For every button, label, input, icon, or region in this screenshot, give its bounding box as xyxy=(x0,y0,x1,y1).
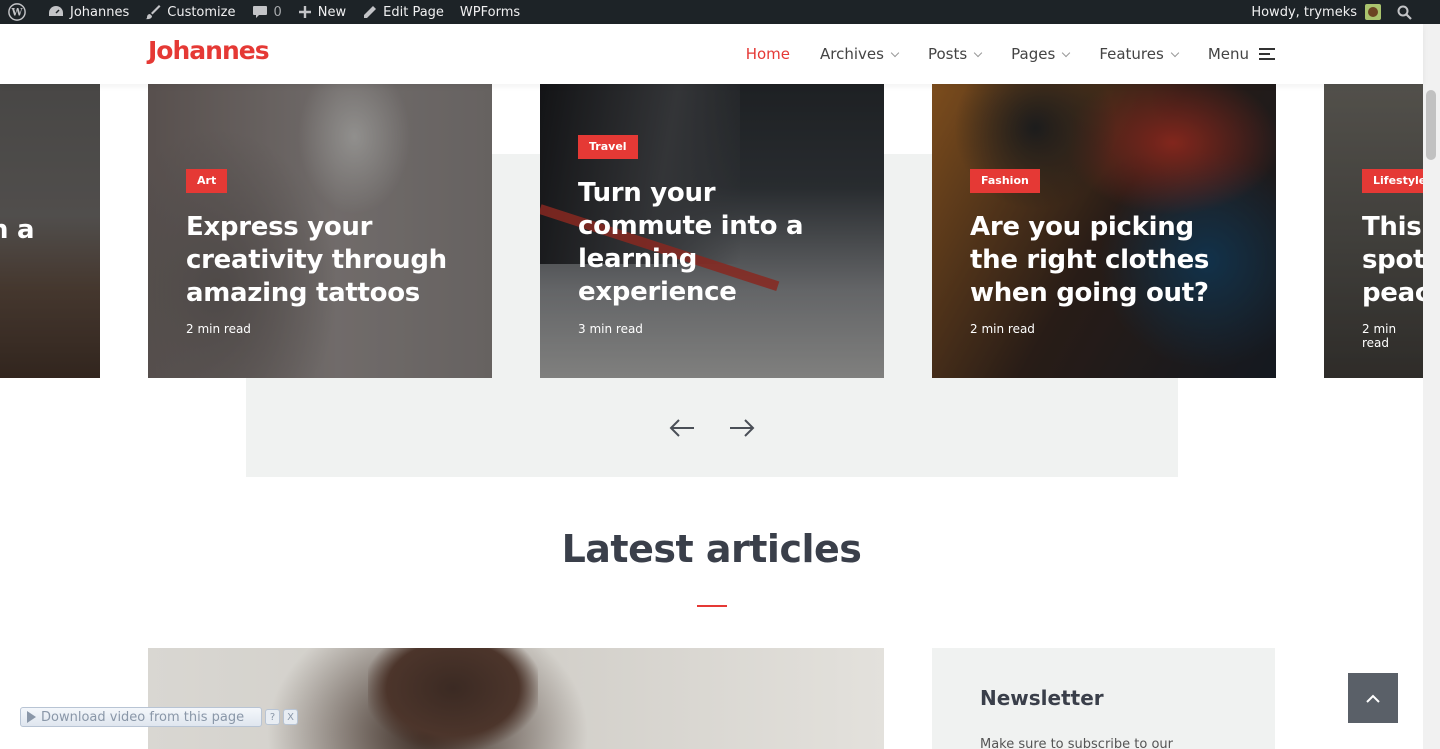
plus-icon xyxy=(298,6,311,18)
slide-title[interactable]: Express your creativity through amazing … xyxy=(186,211,486,310)
play-icon xyxy=(27,711,36,723)
scrollbar-thumb[interactable] xyxy=(1426,90,1436,160)
hamburger-icon xyxy=(1259,48,1275,60)
site-name-label: Johannes xyxy=(70,4,130,20)
chevron-down-icon xyxy=(973,48,983,57)
section-title: Latest articles xyxy=(561,527,862,571)
edit-page-label: Edit Page xyxy=(383,4,444,20)
slide-card-lifestyle[interactable]: Lifestyle This spot peac 2 min read xyxy=(1324,84,1423,378)
download-video-bar: Download video from this page ? X xyxy=(20,706,298,728)
close-button[interactable]: X xyxy=(283,709,298,725)
nav-label: Archives xyxy=(820,45,884,63)
slide-title[interactable]: Are you picking the right clothes when g… xyxy=(970,211,1240,310)
chevron-down-icon xyxy=(890,48,900,57)
help-button[interactable]: ? xyxy=(265,709,281,725)
customize-label: Customize xyxy=(167,4,236,20)
customize-link[interactable]: Customize xyxy=(137,0,243,24)
read-time: 2 min read xyxy=(186,322,251,336)
svg-text:W: W xyxy=(10,8,23,19)
newsletter-title: Newsletter xyxy=(980,686,1104,710)
arrow-left-icon[interactable] xyxy=(669,418,695,438)
read-time: 2 min read xyxy=(1362,322,1397,350)
new-content-link[interactable]: New xyxy=(290,0,354,24)
admin-search-button[interactable] xyxy=(1389,0,1440,24)
category-badge[interactable]: Lifestyle xyxy=(1362,169,1423,193)
nav-item-home[interactable]: Home xyxy=(746,45,790,63)
slide-card-travel[interactable]: Travel Turn your commute into a learning… xyxy=(540,84,884,378)
site-header: Johannes Home Archives Posts Pages Featu… xyxy=(0,24,1423,84)
slide-title-line: peac xyxy=(1362,278,1423,308)
wordpress-logo-button[interactable]: W xyxy=(0,0,40,24)
howdy-label: Howdy, trymeks xyxy=(1251,4,1357,20)
site-name-link[interactable]: Johannes xyxy=(40,0,137,24)
pencil-icon xyxy=(364,5,377,18)
back-to-top-button[interactable] xyxy=(1348,673,1398,723)
edit-page-link[interactable]: Edit Page xyxy=(354,0,452,24)
download-video-label: Download video from this page xyxy=(41,709,245,725)
main-nav: Home Archives Posts Pages Features Menu xyxy=(716,24,1275,84)
nav-label: Pages xyxy=(1011,45,1056,63)
slide-title: n a xyxy=(0,215,35,245)
new-label: New xyxy=(317,4,347,20)
nav-label: Features xyxy=(1099,45,1164,63)
account-menu[interactable]: Howdy, trymeks xyxy=(1243,0,1389,24)
chevron-down-icon xyxy=(1062,48,1071,57)
nav-item-archives[interactable]: Archives xyxy=(820,45,900,63)
category-badge[interactable]: Art xyxy=(186,169,228,193)
site-logo[interactable]: Johannes xyxy=(148,36,270,65)
comments-count: 0 xyxy=(273,4,282,20)
slide-title[interactable]: Turn your commute into a learning experi… xyxy=(578,177,818,309)
category-badge[interactable]: Travel xyxy=(578,135,638,159)
search-icon xyxy=(1397,5,1412,20)
comment-icon xyxy=(252,5,267,18)
nav-label: Menu xyxy=(1207,45,1249,63)
comments-link[interactable]: 0 xyxy=(244,0,290,24)
slide-title-line: spot xyxy=(1362,245,1423,275)
section-divider xyxy=(697,605,727,607)
nav-item-features[interactable]: Features xyxy=(1099,45,1180,63)
slide-card-art[interactable]: Art Express your creativity through amaz… xyxy=(148,84,492,378)
read-time: 2 min read xyxy=(970,322,1035,336)
slide-title[interactable]: This spot peac xyxy=(1362,211,1423,310)
wpforms-link[interactable]: WPForms xyxy=(452,0,528,24)
nav-item-pages[interactable]: Pages xyxy=(1011,45,1071,63)
newsletter-text: Make sure to subscribe to our xyxy=(980,737,1174,749)
admin-bar: W Johannes Customize 0 New Edit Page WPF… xyxy=(0,0,1440,24)
chevron-down-icon xyxy=(1170,48,1180,57)
read-time: 3 min read xyxy=(578,322,643,336)
slide-card-partial-left[interactable]: n a xyxy=(0,84,100,378)
download-video-button[interactable]: Download video from this page xyxy=(20,707,263,727)
arrow-right-icon[interactable] xyxy=(729,418,755,438)
category-badge[interactable]: Fashion xyxy=(970,169,1040,193)
brush-icon xyxy=(145,5,161,20)
chevron-up-icon xyxy=(1366,694,1380,703)
featured-article-image[interactable] xyxy=(148,648,884,749)
newsletter-widget: Newsletter Make sure to subscribe to our xyxy=(932,648,1275,749)
nav-item-posts[interactable]: Posts xyxy=(927,45,983,63)
wpforms-label: WPForms xyxy=(459,4,521,20)
slide-title-line: This xyxy=(1362,212,1422,242)
dashboard-icon xyxy=(49,6,63,16)
nav-label: Home xyxy=(745,45,791,63)
wordpress-icon: W xyxy=(8,3,26,21)
nav-label: Posts xyxy=(927,45,968,63)
slide-card-fashion[interactable]: Fashion Are you picking the right clothe… xyxy=(932,84,1276,378)
nav-item-menu[interactable]: Menu xyxy=(1208,45,1275,63)
avatar xyxy=(1365,4,1381,20)
